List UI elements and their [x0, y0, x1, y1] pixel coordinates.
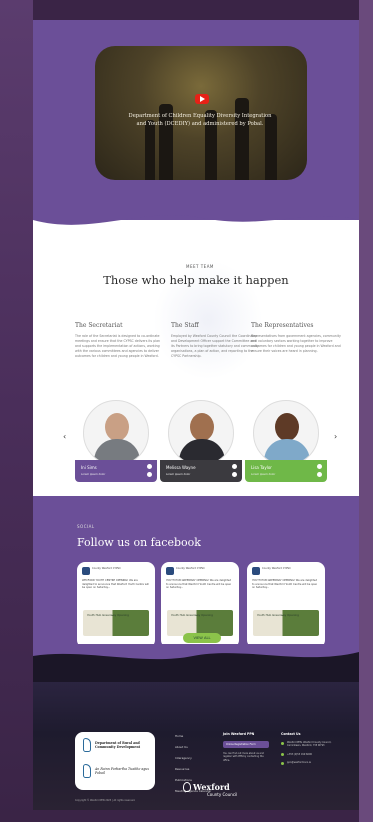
role-title: The Staff	[171, 322, 199, 329]
page-logo-icon	[252, 567, 260, 575]
footer-wave-divider	[33, 644, 359, 660]
background-right	[359, 0, 373, 822]
member-name: Lisa Taylor	[251, 465, 272, 470]
page-logo-icon	[82, 567, 90, 575]
role-title: The Secretariat	[75, 322, 123, 329]
wexford-crest-icon	[183, 782, 191, 792]
web-page: Department of Children Equality Diversit…	[33, 20, 359, 810]
registration-form-button[interactable]: Online Registration Form	[223, 741, 269, 748]
view-all-button[interactable]: VIEW ALL	[183, 633, 221, 643]
member-name: Melissa Wayne	[166, 465, 196, 470]
harp-icon	[83, 738, 91, 752]
post-text: WEXFORD YOUTH CENTRE OPENING! We are del…	[82, 579, 149, 590]
join-ppn-block: Join Wexford PPN Online Registration For…	[223, 732, 271, 762]
post-image: Youth Hub Greenway Opening	[83, 610, 149, 636]
facebook-icon[interactable]	[317, 464, 322, 469]
facebook-section-tag: SOCIAL	[77, 524, 95, 529]
team-member-card[interactable]: Melissa Wayne Lorem ipsum dolor	[160, 400, 242, 482]
role-representatives: The Representatives Representatives from…	[251, 322, 341, 354]
page-logo-icon	[166, 567, 174, 575]
team-section-title: Those who help make it happen	[103, 273, 289, 287]
post-image-text: Youth Hub Greenway Opening	[257, 613, 299, 617]
avatar	[253, 400, 319, 466]
avatar	[83, 400, 149, 466]
member-subtitle: Lorem ipsum dolor	[251, 473, 276, 476]
member-name-bar: Lisa Taylor Lorem ipsum dolor	[245, 460, 327, 482]
email-icon[interactable]	[147, 472, 152, 477]
post-image-text: Youth Hub Greenway Opening	[171, 613, 213, 617]
contact-email[interactable]: ppn@wexfordcoco.ie	[281, 761, 343, 766]
post-header: County Wexford CYPSC	[92, 567, 121, 570]
footer-link-interagency[interactable]: Interagency	[175, 756, 211, 760]
wexford-council-logo: Wexford County Council	[183, 782, 237, 797]
footer-link-about[interactable]: About Us	[175, 745, 211, 749]
harp-icon	[83, 764, 91, 778]
footer-link-resources[interactable]: Resources	[175, 767, 211, 771]
video-caption: Department of Children Equality Diversit…	[128, 113, 272, 127]
carousel-next-arrow[interactable]: ›	[334, 432, 337, 441]
facebook-section-title: Follow us on facebook	[77, 536, 201, 549]
role-secretariat: The Secretariat The role of the Secretar…	[75, 322, 165, 359]
post-text: YOUTH HUB GREENWAY OPENING! We are delig…	[252, 579, 318, 590]
youtube-play-icon[interactable]	[195, 94, 209, 104]
avatar	[168, 400, 234, 466]
role-title: The Representatives	[251, 322, 314, 329]
person-silhouette	[145, 120, 155, 180]
department-logo-card: Department of Rural and Community Develo…	[75, 732, 155, 790]
role-description: The role of the Secretariat is designed …	[75, 334, 161, 358]
member-photo-face	[275, 413, 299, 441]
person-silhouette	[235, 98, 249, 180]
contact-address: Wexford PPN, Wexford County Council, Car…	[281, 741, 343, 748]
carousel-prev-arrow[interactable]: ‹	[63, 432, 66, 441]
department-name-english: Department of Rural and Community Develo…	[95, 741, 141, 750]
footer-link-home[interactable]: Home	[175, 734, 211, 738]
wexford-logo-sub: County Council	[207, 792, 238, 797]
post-image-text: Youth Hub Greenway Opening	[87, 613, 129, 617]
member-name: Ini Sims	[81, 465, 97, 470]
department-name-irish: An Roinn Forbartha Tuaithe agus Pobail	[95, 767, 149, 776]
contact-block: Contact Us Wexford PPN, Wexford County C…	[281, 732, 343, 770]
member-subtitle: Lorem ipsum dolor	[166, 473, 191, 476]
hero-wave-divider	[33, 206, 359, 225]
member-subtitle: Lorem ipsum dolor	[81, 473, 106, 476]
post-header: County Wexford CYPSC	[176, 567, 205, 570]
role-description: Employed by Wexford County Council the C…	[171, 334, 259, 358]
post-header: County Wexford CYPSC	[262, 567, 291, 570]
copyright-text: Copyright © Wexford PPN 2023 | All right…	[75, 799, 136, 802]
background-left	[0, 0, 33, 822]
contact-title: Contact Us	[281, 732, 301, 736]
facebook-post-card[interactable]: County Wexford CYPSC WEXFORD YOUTH CENTR…	[77, 562, 155, 648]
member-photo-face	[190, 413, 214, 441]
team-member-card[interactable]: Ini Sims Lorem ipsum dolor	[75, 400, 157, 482]
post-image: Youth Hub Greenway Opening	[253, 610, 319, 636]
role-staff: The Staff Employed by Wexford County Cou…	[171, 322, 261, 359]
wexford-logo-name: Wexford	[193, 782, 230, 792]
email-icon[interactable]	[317, 472, 322, 477]
facebook-icon[interactable]	[232, 464, 237, 469]
post-text: YOUTH HUB GREENWAY OPENING! We are delig…	[166, 579, 232, 590]
team-section-tag: MEET TEAM	[186, 264, 214, 269]
member-name-bar: Melissa Wayne Lorem ipsum dolor	[160, 460, 242, 482]
role-description: Representatives from government agencies…	[251, 334, 341, 353]
email-icon[interactable]	[232, 472, 237, 477]
member-photo-face	[105, 413, 129, 441]
facebook-icon[interactable]	[147, 464, 152, 469]
member-name-bar: Ini Sims Lorem ipsum dolor	[75, 460, 157, 482]
contact-phone[interactable]: +353 (0)53 919 6000	[281, 753, 343, 757]
hero-section: Department of Children Equality Diversit…	[33, 20, 359, 220]
join-text: You can find out more about us and regis…	[223, 752, 264, 762]
facebook-post-card[interactable]: County Wexford CYPSC YOUTH HUB GREENWAY …	[247, 562, 325, 648]
team-member-card[interactable]: Lisa Taylor Lorem ipsum dolor	[245, 400, 327, 482]
join-title: Join Wexford PPN	[223, 732, 255, 736]
